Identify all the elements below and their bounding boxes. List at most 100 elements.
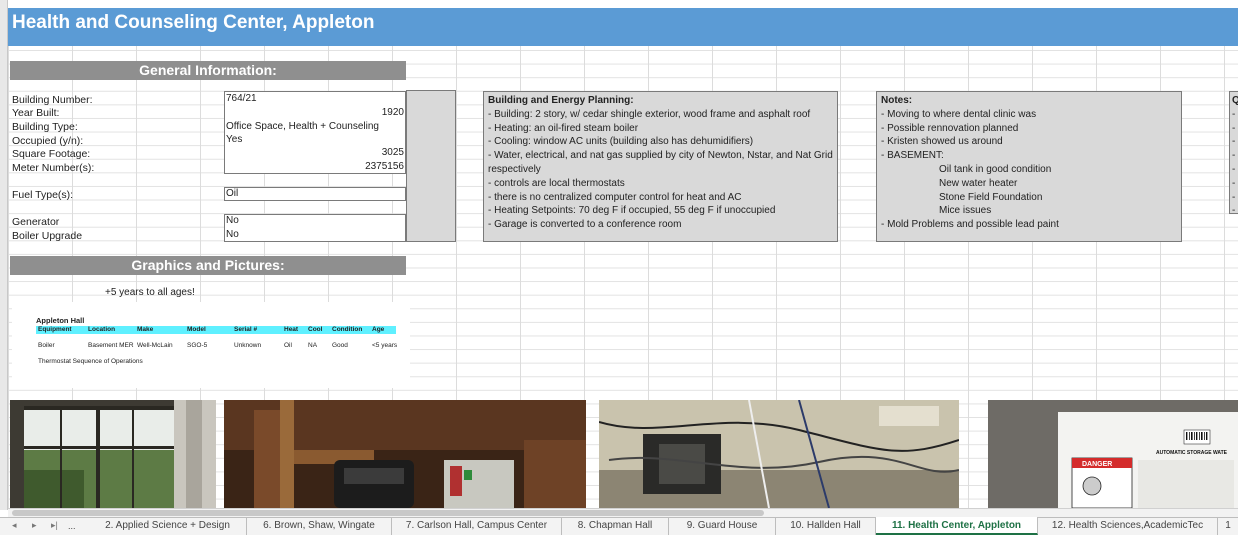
td-condition: Good bbox=[332, 342, 348, 349]
partial-dash: - bbox=[1232, 108, 1236, 120]
sheet-title: Health and Counseling Center, Appleton bbox=[12, 12, 375, 33]
tab-next-icon[interactable]: ▸ bbox=[32, 520, 37, 531]
tab-partial[interactable]: 1 bbox=[1218, 517, 1238, 535]
planning-line: - Heating Setpoints: 70 deg F if occupie… bbox=[488, 205, 776, 217]
value-year-built[interactable]: 1920 bbox=[226, 107, 404, 118]
partial-dash: - bbox=[1232, 122, 1236, 134]
planning-line: - Building: 2 story, w/ cedar shingle ex… bbox=[488, 108, 811, 120]
partial-box-right[interactable]: Q - - - - - - - - bbox=[1229, 91, 1238, 214]
tab-more-button[interactable]: ... bbox=[68, 521, 76, 531]
planning-line: - controls are local thermostats bbox=[488, 177, 625, 189]
photo-boiler[interactable] bbox=[224, 400, 586, 508]
merged-gray-cell bbox=[406, 90, 456, 242]
water-heater-photo-image: AUTOMATIC STORAGE WATE DANGER bbox=[988, 400, 1238, 508]
planning-line: - Water, electrical, and nat gas supplie… bbox=[488, 150, 833, 175]
th-condition: Condition bbox=[332, 326, 363, 333]
notes-line: - Moving to where dental clinic was bbox=[881, 108, 1037, 120]
th-age: Age bbox=[372, 326, 385, 333]
th-model: Model bbox=[187, 326, 206, 333]
tab-chapman-hall[interactable]: 8. Chapman Hall bbox=[562, 517, 669, 535]
notes-header: Notes: bbox=[881, 95, 913, 106]
td-model: SGO-5 bbox=[187, 342, 208, 349]
label-meter-number: Meter Number(s): bbox=[12, 162, 95, 174]
tab-health-sciences[interactable]: 12. Health Sciences,AcademicTec bbox=[1038, 517, 1218, 535]
partial-dash: - bbox=[1232, 177, 1236, 189]
notes-line: - BASEMENT: bbox=[881, 150, 944, 162]
table-title: Appleton Hall bbox=[36, 316, 85, 325]
photo-water-heater[interactable]: AUTOMATIC STORAGE WATE DANGER bbox=[988, 400, 1238, 508]
partial-dash: - bbox=[1232, 163, 1236, 175]
value-occupied[interactable]: Yes bbox=[226, 134, 404, 145]
planning-line: - Garage is converted to a conference ro… bbox=[488, 219, 682, 231]
label-occupied: Occupied (y/n): bbox=[12, 135, 84, 147]
tab-brown-shaw[interactable]: 6. Brown, Shaw, Wingate bbox=[247, 517, 392, 535]
th-location: Location bbox=[88, 326, 116, 333]
th-heat: Heat bbox=[284, 326, 299, 333]
partial-dash: - bbox=[1232, 191, 1236, 203]
tab-prev-icon[interactable]: ◂ bbox=[12, 520, 17, 531]
danger-text: DANGER bbox=[1082, 461, 1112, 468]
general-info-header: General Information: bbox=[10, 61, 406, 80]
planning-header: Building and Energy Planning: bbox=[488, 95, 634, 106]
partial-dash: - bbox=[1232, 136, 1236, 148]
value-building-number[interactable]: 764/21 bbox=[226, 93, 404, 104]
planning-line: - there is no centralized computer contr… bbox=[488, 191, 742, 203]
label-generator: Generator bbox=[12, 216, 60, 228]
value-boiler-upgrade[interactable]: No bbox=[226, 229, 404, 240]
spreadsheet-window: Health and Counseling Center, Appleton G… bbox=[0, 0, 1238, 535]
td-location: Basement MER bbox=[88, 342, 134, 349]
th-equipment: Equipment bbox=[38, 326, 72, 333]
notes-box[interactable]: Notes: - Moving to where dental clinic w… bbox=[876, 91, 1182, 242]
tab-carlson-hall[interactable]: 7. Carlson Hall, Campus Center bbox=[392, 517, 562, 535]
label-building-type: Building Type: bbox=[12, 121, 78, 133]
basement-item: Mice issues bbox=[939, 205, 992, 217]
photo-window[interactable] bbox=[10, 400, 216, 508]
label-square-footage: Square Footage: bbox=[12, 148, 91, 160]
td-age: <5 years bbox=[372, 342, 398, 349]
label-fuel-type: Fuel Type(s): bbox=[12, 189, 74, 201]
value-square-footage[interactable]: 3025 bbox=[226, 147, 404, 158]
label-year-built: Year Built: bbox=[12, 107, 60, 119]
age-note[interactable]: +5 years to all ages! bbox=[105, 287, 195, 298]
th-serial: Serial # bbox=[234, 326, 258, 333]
scrollbar-thumb[interactable] bbox=[12, 510, 764, 516]
td-heat: Oil bbox=[284, 342, 292, 349]
value-meter-number[interactable]: 2375156 bbox=[226, 161, 404, 172]
th-cool: Cool bbox=[308, 326, 323, 333]
th-make: Make bbox=[137, 326, 154, 333]
equipment-table-image[interactable]: Appleton Hall Equipment Location Make Mo… bbox=[12, 302, 410, 388]
td-equipment: Boiler bbox=[38, 342, 55, 349]
table-footer: Thermostat Sequence of Operations bbox=[38, 358, 143, 365]
value-fuel-type[interactable]: Oil bbox=[226, 188, 404, 199]
basement-item: New water heater bbox=[939, 177, 1018, 189]
tab-last-icon[interactable]: ▸| bbox=[51, 520, 58, 531]
partial-dash: - bbox=[1232, 205, 1236, 214]
graphics-header: Graphics and Pictures: bbox=[10, 256, 406, 275]
value-building-type[interactable]: Office Space, Health + Counseling bbox=[226, 121, 404, 132]
row-header-strip bbox=[0, 0, 8, 510]
notes-line: - Mold Problems and possible lead paint bbox=[881, 219, 1059, 231]
td-serial: Unknown bbox=[234, 342, 262, 349]
value-generator[interactable]: No bbox=[226, 215, 404, 226]
planning-line: - Cooling: window AC units (building als… bbox=[488, 136, 754, 148]
td-make: Well-McLain bbox=[137, 342, 173, 349]
td-cool: NA bbox=[308, 342, 318, 349]
partial-box-header: Q bbox=[1232, 94, 1238, 108]
label-boiler-upgrade: Boiler Upgrade bbox=[12, 230, 83, 242]
notes-line: - Kristen showed us around bbox=[881, 136, 1003, 148]
energy-planning-box[interactable]: Building and Energy Planning: - Building… bbox=[483, 91, 838, 242]
basement-item: Oil tank in good condition bbox=[939, 163, 1052, 175]
partial-dash: - bbox=[1232, 150, 1236, 162]
tab-health-center-appleton[interactable]: 11. Health Center, Appleton bbox=[876, 517, 1038, 535]
label-building-number: Building Number: bbox=[12, 94, 93, 106]
photo-electrical[interactable] bbox=[599, 400, 959, 508]
boiler-photo-image bbox=[224, 400, 586, 508]
electrical-photo-image bbox=[599, 400, 959, 508]
basement-item: Stone Field Foundation bbox=[939, 191, 1043, 203]
tab-guard-house[interactable]: 9. Guard House bbox=[669, 517, 776, 535]
planning-line: - Heating: an oil-fired steam boiler bbox=[488, 122, 639, 134]
tab-applied-science[interactable]: 2. Applied Science + Design bbox=[89, 517, 247, 535]
tab-hallden-hall[interactable]: 10. Hallden Hall bbox=[776, 517, 876, 535]
sticker-text: AUTOMATIC STORAGE WATE bbox=[1156, 450, 1228, 456]
notes-line: - Possible rennovation planned bbox=[881, 122, 1019, 134]
